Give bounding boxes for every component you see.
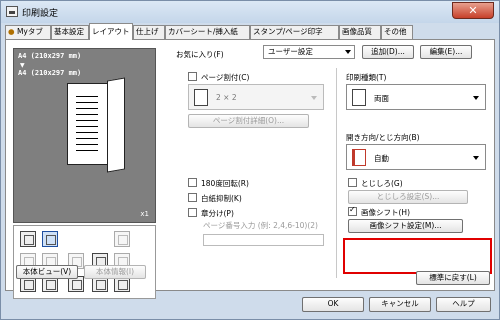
print-settings-window: 印刷設定 ✕ ● Myタブ 基本設定 レイアウト 仕上げ カバーシート/挿入紙 … bbox=[0, 0, 500, 320]
window-title: 印刷設定 bbox=[22, 9, 59, 19]
printer-icon bbox=[6, 6, 18, 17]
tab-finishing[interactable]: 仕上げ bbox=[133, 25, 165, 39]
rotate180-label: 180度回転(R) bbox=[201, 179, 249, 188]
opening-direction-select[interactable]: 自動 bbox=[346, 144, 486, 170]
user-icon: ● bbox=[8, 27, 15, 36]
body-view-button[interactable]: 本体ビュー(V) bbox=[16, 265, 78, 279]
favorites-select[interactable]: ユーザー設定 bbox=[263, 45, 355, 59]
combine-select[interactable]: 2 × 2 bbox=[188, 84, 324, 110]
binding-margin-settings-button[interactable]: とじしろ設定(S)... bbox=[348, 190, 468, 204]
status-icon-grid bbox=[13, 225, 156, 299]
print-type-label: 印刷種類(T) bbox=[346, 73, 387, 82]
title-bar: 印刷設定 ✕ bbox=[1, 1, 499, 23]
preview-paper-label: A4 (210x297 mm) bbox=[18, 52, 82, 60]
image-shift-settings-button[interactable]: 画像シフト設定(M)... bbox=[348, 219, 463, 233]
rotate180-checkbox[interactable] bbox=[188, 178, 197, 187]
image-shift-highlight bbox=[343, 238, 492, 274]
preview-output-paper-label: A4 (210x297 mm) bbox=[18, 69, 82, 77]
preview-arrow: ▼ bbox=[20, 62, 25, 69]
chapters-page-input[interactable] bbox=[203, 234, 324, 246]
combine-checkbox[interactable] bbox=[188, 72, 197, 81]
print-type-select[interactable]: 両面 bbox=[346, 84, 486, 110]
chevron-down-icon bbox=[311, 96, 317, 100]
column-divider bbox=[336, 68, 337, 278]
paper-preview: A4 (210x297 mm) ▼ A4 (210x297 mm) x1 bbox=[13, 48, 156, 223]
close-button[interactable]: ✕ bbox=[452, 2, 494, 19]
chevron-down-icon bbox=[473, 96, 479, 100]
help-button[interactable]: ヘルプ bbox=[436, 297, 491, 312]
preview-copies: x1 bbox=[140, 210, 149, 218]
stapler-icon bbox=[114, 231, 130, 247]
restore-defaults-button[interactable]: 標準に戻す(L) bbox=[416, 271, 490, 285]
chapters-checkbox[interactable] bbox=[188, 208, 197, 217]
favorites-label: お気に入り(F) bbox=[176, 50, 224, 59]
ok-button[interactable]: OK bbox=[302, 297, 364, 312]
edit-favorite-button[interactable]: 編集(E)... bbox=[420, 45, 472, 59]
chevron-down-icon bbox=[473, 156, 479, 160]
cancel-button[interactable]: キャンセル bbox=[369, 297, 431, 312]
tab-layout[interactable]: レイアウト bbox=[89, 23, 133, 40]
add-favorite-button[interactable]: 追加(D)... bbox=[362, 45, 414, 59]
favorites-value: ユーザー設定 bbox=[268, 47, 313, 56]
chevron-down-icon bbox=[345, 50, 351, 54]
chapters-label: 章分け(P) bbox=[201, 209, 234, 218]
skip-blank-label: 白紙抑制(K) bbox=[201, 194, 242, 203]
image-shift-label: 画像シフト(H) bbox=[361, 208, 410, 217]
skip-blank-checkbox[interactable] bbox=[188, 193, 197, 202]
page-grid-icon bbox=[194, 89, 208, 106]
tab-label: Myタブ bbox=[16, 27, 43, 36]
print-type-value: 両面 bbox=[374, 94, 389, 103]
binding-direction-icon bbox=[352, 149, 366, 166]
chapters-page-input-label: ページ番号入力 (例: 2,4,6-10)(2) bbox=[203, 221, 318, 230]
tab-my-tab[interactable]: ● Myタブ bbox=[5, 25, 51, 39]
page-preview-back bbox=[107, 77, 125, 173]
body-info-button[interactable]: 本体情報(I) bbox=[84, 265, 146, 279]
combine-label: ページ割付(C) bbox=[201, 73, 250, 82]
tab-cover-sheet[interactable]: カバーシート/挿入紙 bbox=[165, 25, 250, 39]
binding-margin-checkbox[interactable] bbox=[348, 178, 357, 187]
opening-direction-value: 自動 bbox=[374, 154, 389, 163]
tab-basic[interactable]: 基本設定 bbox=[51, 25, 89, 39]
tab-stamp[interactable]: スタンプ/ページ印字 bbox=[250, 25, 339, 39]
binding-margin-label: とじしろ(G) bbox=[361, 179, 403, 188]
opening-direction-label: 開き方向/とじ方向(B) bbox=[346, 133, 420, 142]
page-preview bbox=[67, 83, 109, 165]
finisher-icon bbox=[42, 231, 58, 247]
image-shift-checkbox[interactable] bbox=[348, 205, 357, 216]
combine-value: 2 × 2 bbox=[216, 93, 237, 102]
tab-other[interactable]: その他 bbox=[381, 25, 413, 39]
duplex-icon bbox=[352, 89, 366, 106]
duplex-unit-icon bbox=[20, 231, 36, 247]
layout-panel: A4 (210x297 mm) ▼ A4 (210x297 mm) x1 本体ビ… bbox=[5, 39, 495, 299]
combine-detail-button[interactable]: ページ割付詳細(O)... bbox=[188, 114, 309, 128]
tab-image-quality[interactable]: 画像品質 bbox=[339, 25, 381, 39]
